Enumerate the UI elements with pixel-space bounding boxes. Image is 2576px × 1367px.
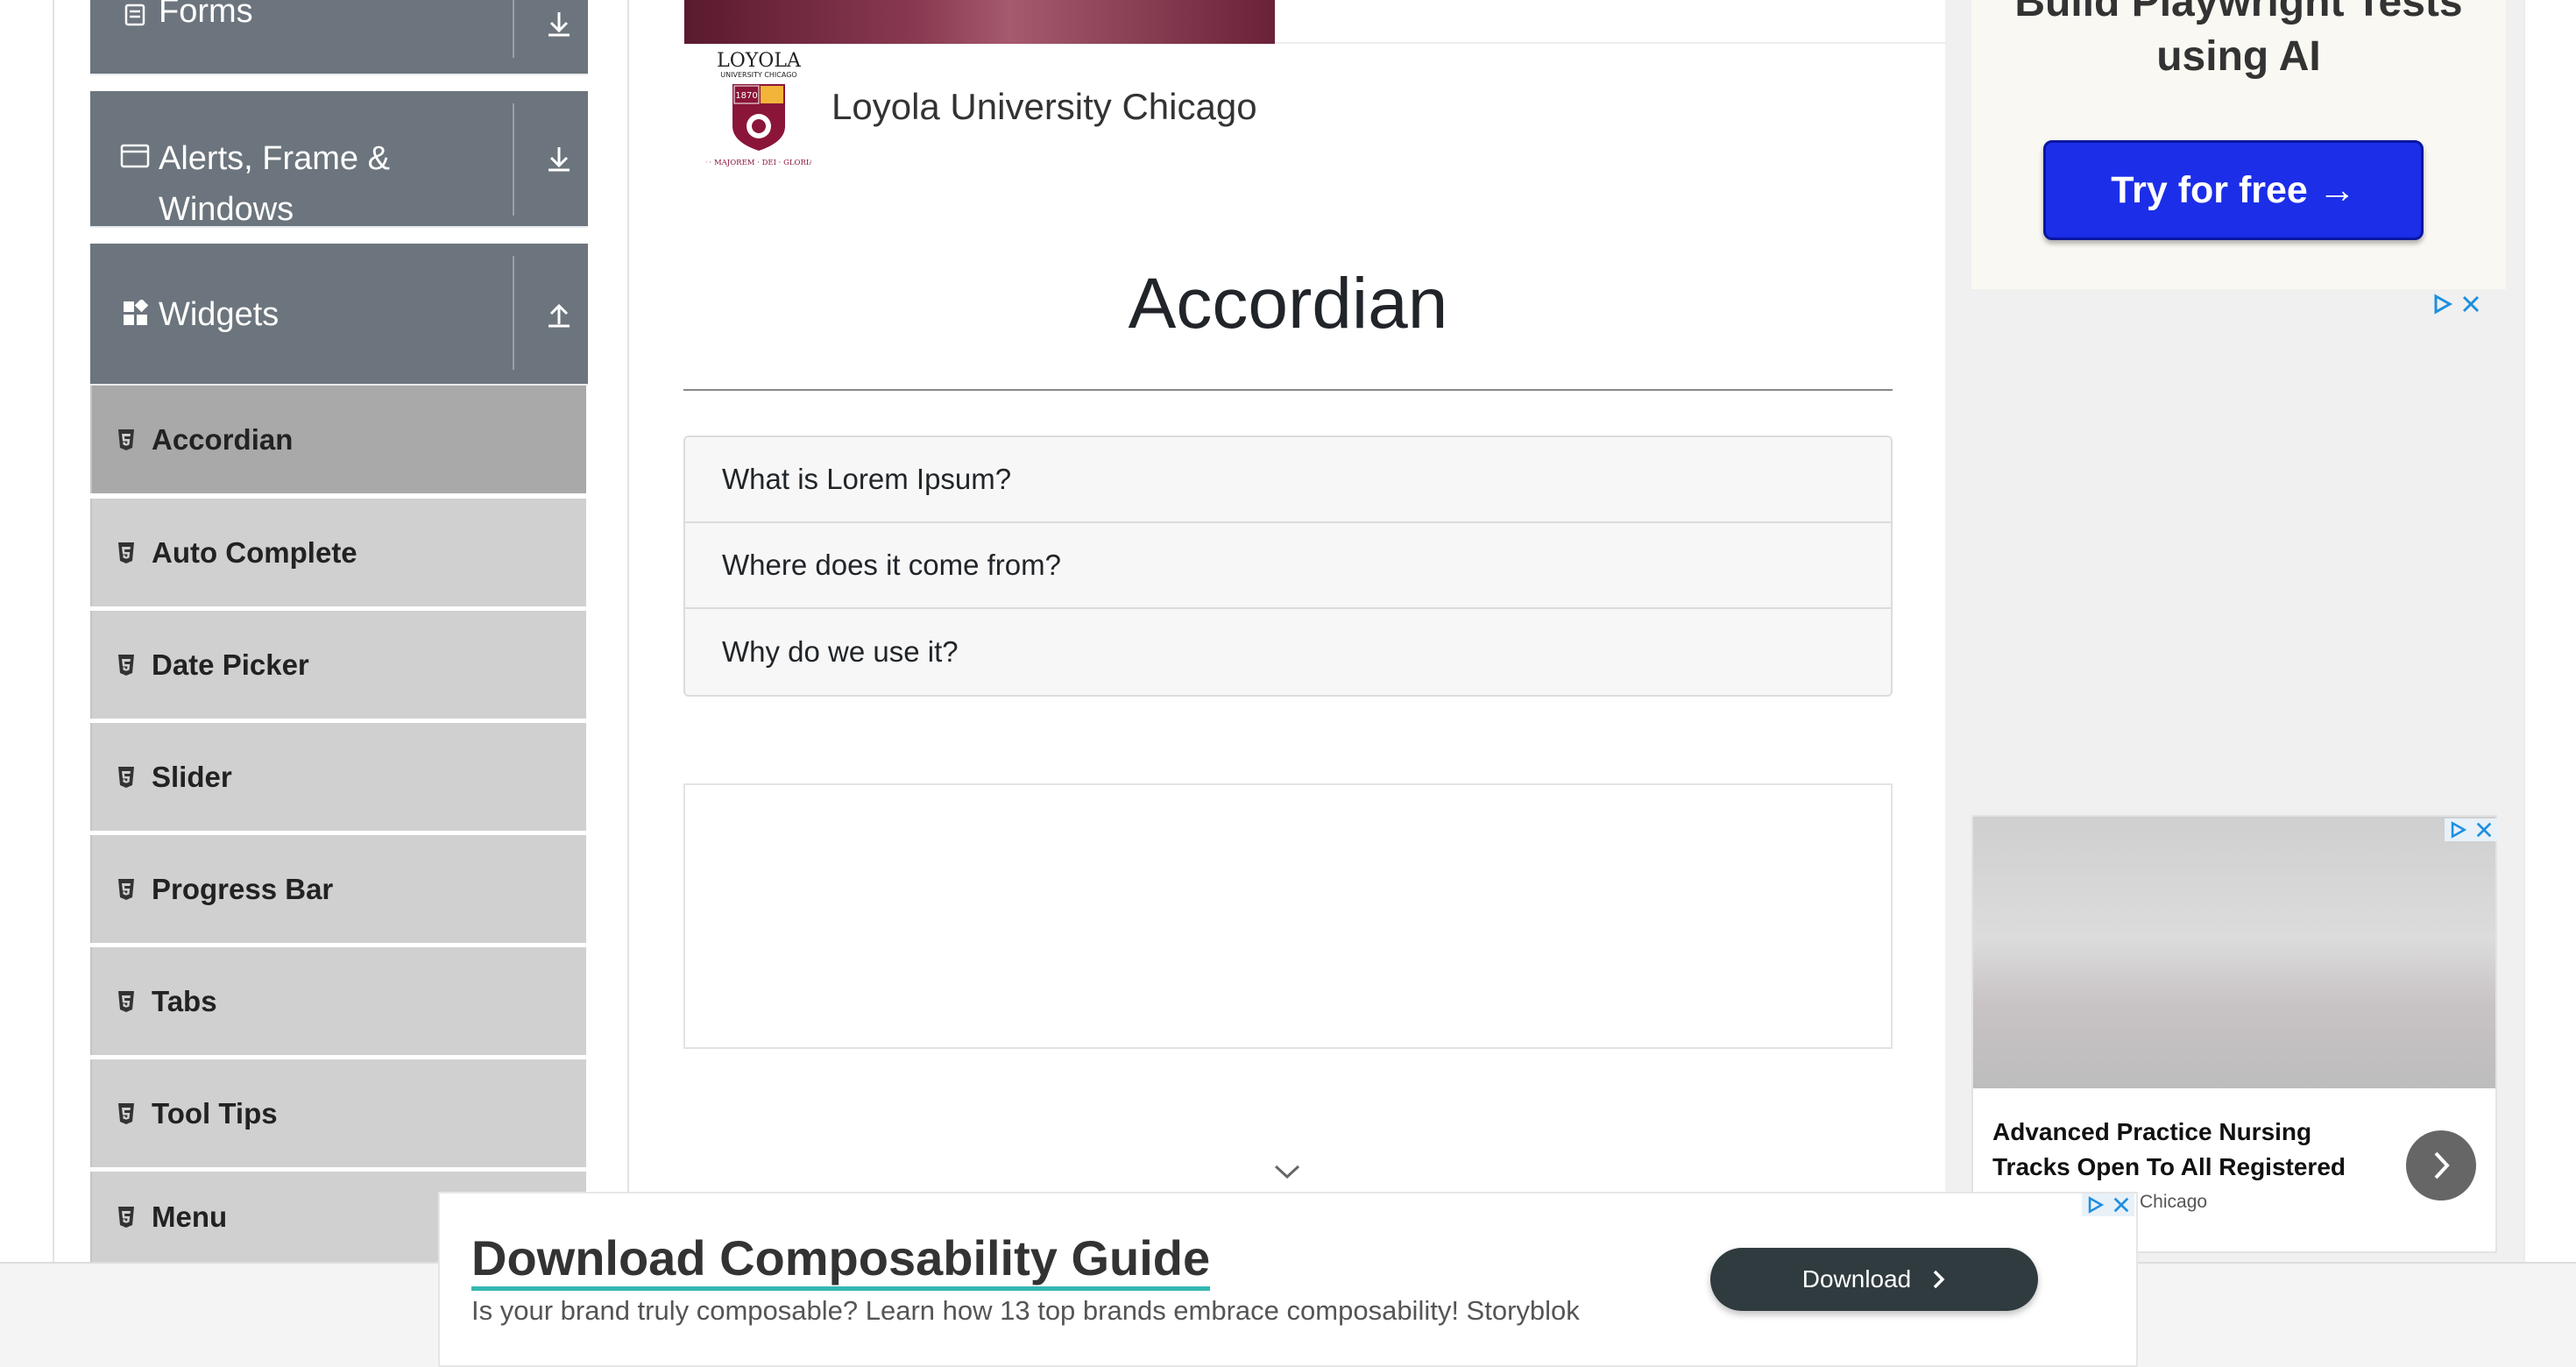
loyola-logo[interactable]: LOYOLA UNIVERSITY CHICAGO 1870 AD · MAJO… xyxy=(706,49,811,168)
close-icon[interactable] xyxy=(2112,1195,2131,1215)
sidebar-group-widgets[interactable]: Widgets xyxy=(90,244,588,386)
svg-text:UNIVERSITY CHICAGO: UNIVERSITY CHICAGO xyxy=(720,71,796,79)
divider xyxy=(1275,42,1945,44)
svg-text:LOYOLA: LOYOLA xyxy=(717,50,802,72)
sidebar-item-slider[interactable]: Slider xyxy=(90,723,586,831)
sponsor-banner-image[interactable] xyxy=(684,0,1275,44)
close-icon[interactable] xyxy=(2460,294,2481,315)
ad-headline: Build Playwright Tests using AI xyxy=(2014,0,2463,80)
ad-image[interactable] xyxy=(1973,817,2495,1088)
sidebar-item-date-picker[interactable]: Date Picker xyxy=(90,611,586,719)
sidebar-item-label: Auto Complete xyxy=(152,535,357,569)
sponsor-name[interactable]: Loyola University Chicago xyxy=(832,86,1257,128)
sidebar-group-label: Alerts, Frame & Windows xyxy=(159,140,390,228)
sidebar-item-accordian[interactable]: Accordian xyxy=(90,386,586,493)
adchoices-icon[interactable] xyxy=(2431,293,2453,315)
expand-icon[interactable] xyxy=(537,9,581,39)
sidebar-item-auto-complete[interactable]: Auto Complete xyxy=(90,499,586,606)
sidebar-group-label: Widgets xyxy=(159,296,280,333)
adchoices-icon[interactable] xyxy=(2448,820,2467,839)
left-frame-border xyxy=(53,0,54,1262)
expand-icon[interactable] xyxy=(537,144,581,174)
bottom-ad-subtitle: Is your brand truly composable? Learn ho… xyxy=(471,1295,1580,1326)
sidebar-item-label: Slider xyxy=(152,760,232,793)
page-title: Accordian xyxy=(1128,264,1448,344)
window-icon xyxy=(120,144,150,168)
sidebar-item-tool-tips[interactable]: Tool Tips xyxy=(90,1059,586,1167)
accordion: What is Lorem Ipsum? Where does it come … xyxy=(683,436,1893,697)
form-icon xyxy=(120,4,150,26)
html5-icon xyxy=(117,542,139,564)
sidebar-item-label: Menu xyxy=(152,1200,228,1233)
sidebar-group-forms[interactable]: Forms xyxy=(90,0,588,75)
accordion-item-why-do-we-use-it[interactable]: Why do we use it? xyxy=(685,609,1891,695)
sidebar-right-border xyxy=(627,0,629,1262)
sidebar-item-label: Tabs xyxy=(152,984,217,1017)
html5-icon xyxy=(117,878,139,901)
ad-card-source: Chicago xyxy=(2140,1192,2208,1212)
sidebar-item-label: Date Picker xyxy=(152,648,309,681)
widgets-icon xyxy=(120,300,150,326)
download-button-label: Download xyxy=(1801,1265,1912,1293)
adchoices[interactable] xyxy=(2431,293,2481,315)
title-divider xyxy=(683,389,1893,391)
right-frame-border xyxy=(2523,0,2525,1262)
html5-icon xyxy=(117,654,139,676)
sidebar-item-label: Progress Bar xyxy=(152,872,334,905)
collapse-icon[interactable] xyxy=(537,298,581,328)
chevron-down-icon[interactable] xyxy=(1272,1162,1302,1181)
html5-icon xyxy=(117,429,139,451)
accordion-item-where-does-it-come-from[interactable]: Where does it come from? xyxy=(685,523,1891,609)
adchoices[interactable] xyxy=(2445,818,2497,841)
accordion-item-what-is-lorem-ipsum[interactable]: What is Lorem Ipsum? xyxy=(685,437,1891,523)
html5-icon xyxy=(117,990,139,1013)
chevron-right-icon[interactable] xyxy=(2406,1130,2476,1201)
sidebar-item-tabs[interactable]: Tabs xyxy=(90,947,586,1055)
sidebar-item-label: Tool Tips xyxy=(152,1096,278,1130)
bottom-ad-title[interactable]: Download Composability Guide xyxy=(471,1230,1211,1291)
ad-placeholder xyxy=(683,783,1893,1049)
close-icon[interactable] xyxy=(2474,820,2494,839)
html5-icon xyxy=(117,766,139,789)
adchoices[interactable] xyxy=(2082,1193,2134,1216)
adchoices-icon[interactable] xyxy=(2085,1195,2105,1215)
chevron-right-icon xyxy=(1934,1270,1945,1289)
try-for-free-button[interactable]: Try for free → xyxy=(2043,140,2424,240)
sidebar-item-label: Accordian xyxy=(152,422,294,456)
svg-text:AD · MAJOREM · DEI · GLORIAM: AD · MAJOREM · DEI · GLORIAM xyxy=(706,159,811,167)
html5-icon xyxy=(117,1206,139,1229)
download-button[interactable]: Download xyxy=(1710,1248,2038,1311)
sidebar-item-progress-bar[interactable]: Progress Bar xyxy=(90,835,586,943)
sidebar-group-alerts[interactable]: Alerts, Frame & Windows xyxy=(90,91,588,228)
svg-text:1870: 1870 xyxy=(735,91,757,101)
html5-icon xyxy=(117,1102,139,1125)
sidebar-group-label: Forms xyxy=(159,0,253,30)
